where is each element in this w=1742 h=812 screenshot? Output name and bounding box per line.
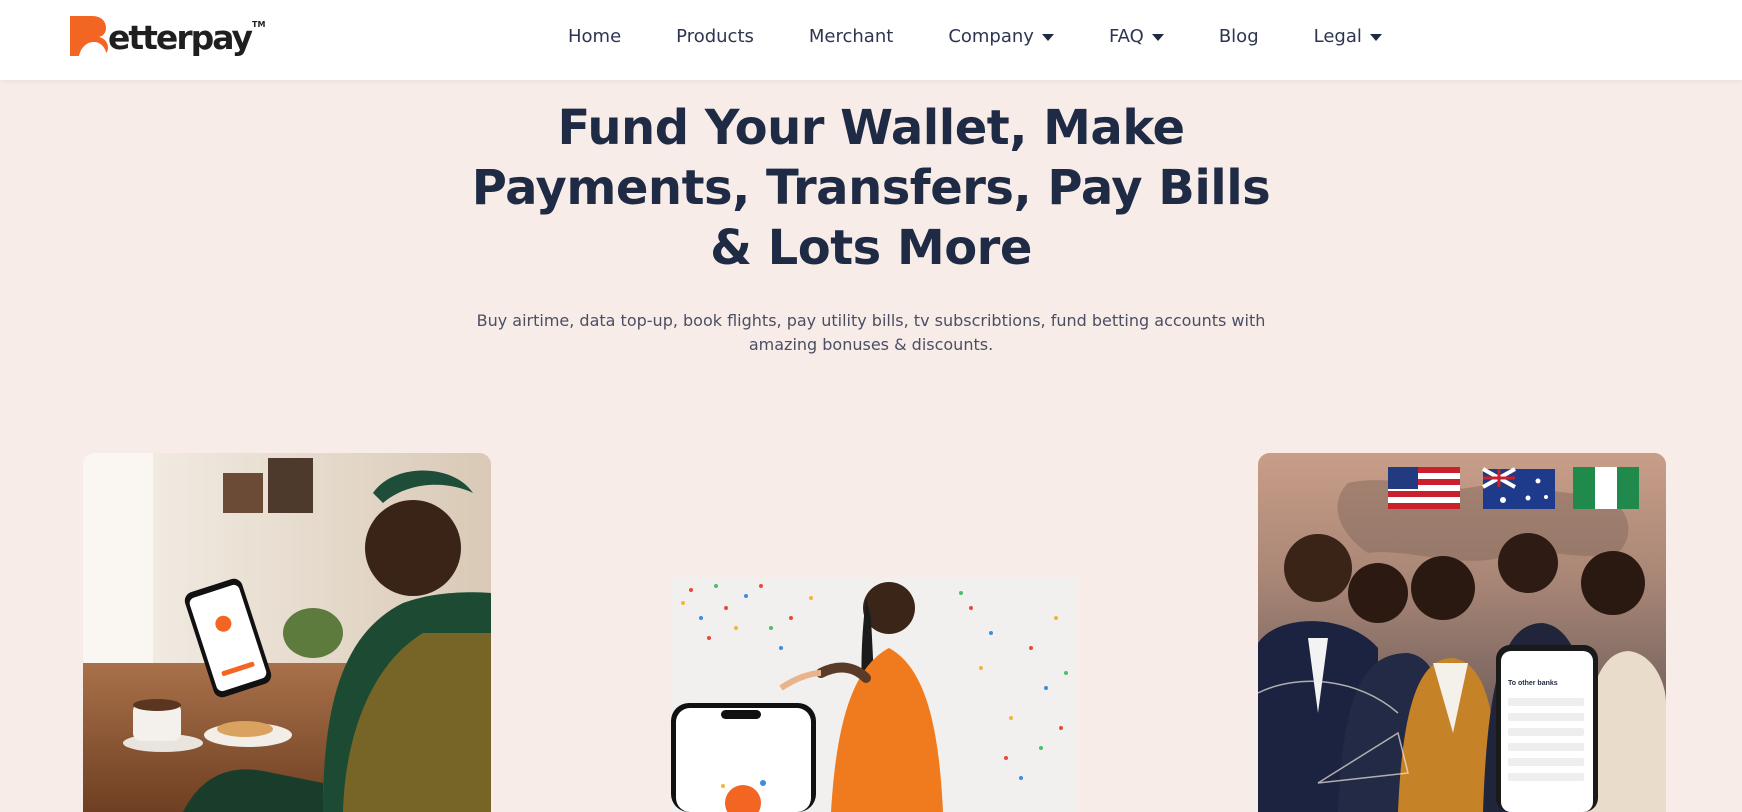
nav-item-products[interactable]: Products bbox=[676, 26, 754, 47]
nav-item-faq[interactable]: FAQ bbox=[1109, 26, 1164, 47]
hero-title-line: Fund Your Wallet, Make bbox=[557, 100, 1185, 156]
phone-heading: To other banks bbox=[1508, 680, 1558, 687]
nav-item-label: Company bbox=[948, 25, 1034, 47]
logo-wordmark: etterpay bbox=[108, 18, 253, 57]
hero-title-line: Payments, Transfers, Pay Bills bbox=[471, 160, 1271, 216]
woman-with-phone-image bbox=[83, 453, 491, 812]
hero-subtitle: Buy airtime, data top-up, book flights, … bbox=[471, 309, 1271, 357]
top-navbar: etterpay TM Home Products Merchant Compa… bbox=[0, 0, 1742, 80]
brand-logo[interactable]: etterpay TM bbox=[70, 16, 265, 56]
betterpay-b-icon bbox=[70, 16, 108, 56]
nav-item-label: Legal bbox=[1313, 25, 1362, 47]
nav-item-blog[interactable]: Blog bbox=[1219, 26, 1259, 47]
nav-item-label: Home bbox=[568, 25, 622, 47]
nav-item-company[interactable]: Company bbox=[948, 26, 1054, 47]
caret-down-icon bbox=[1041, 33, 1054, 41]
caret-down-icon bbox=[1369, 33, 1382, 41]
nav-item-home[interactable]: Home bbox=[568, 26, 621, 47]
nav-item-label: Products bbox=[676, 25, 754, 47]
nav-item-label: Merchant bbox=[808, 25, 894, 47]
hero-subtitle-line: Buy airtime, data top-up, book flights, … bbox=[476, 311, 1266, 330]
nav-item-legal[interactable]: Legal bbox=[1314, 26, 1382, 47]
woman-with-phone-illustration bbox=[83, 453, 491, 812]
nav-item-label: FAQ bbox=[1108, 25, 1144, 47]
nigeria-flag-icon bbox=[1573, 467, 1639, 509]
celebration-shopping-image bbox=[671, 578, 1078, 812]
main-navigation: Home Products Merchant Company FAQ Blog … bbox=[568, 0, 1382, 72]
business-team-illustration: To other banks bbox=[1258, 453, 1666, 812]
nav-item-label: Blog bbox=[1218, 25, 1259, 47]
hero-subtitle-line: amazing bonuses & discounts. bbox=[748, 335, 994, 354]
hero-title: Fund Your Wallet, Make Payments, Transfe… bbox=[371, 98, 1371, 278]
celebration-illustration bbox=[671, 578, 1078, 812]
australia-flag-icon bbox=[1482, 467, 1555, 509]
caret-down-icon bbox=[1151, 33, 1164, 41]
trademark-symbol: TM bbox=[251, 20, 266, 29]
business-team-transfer-image: To other banks bbox=[1258, 453, 1666, 812]
us-flag-icon bbox=[1388, 467, 1460, 509]
hero-title-line: & Lots More bbox=[710, 220, 1032, 276]
nav-item-merchant[interactable]: Merchant bbox=[809, 26, 893, 47]
